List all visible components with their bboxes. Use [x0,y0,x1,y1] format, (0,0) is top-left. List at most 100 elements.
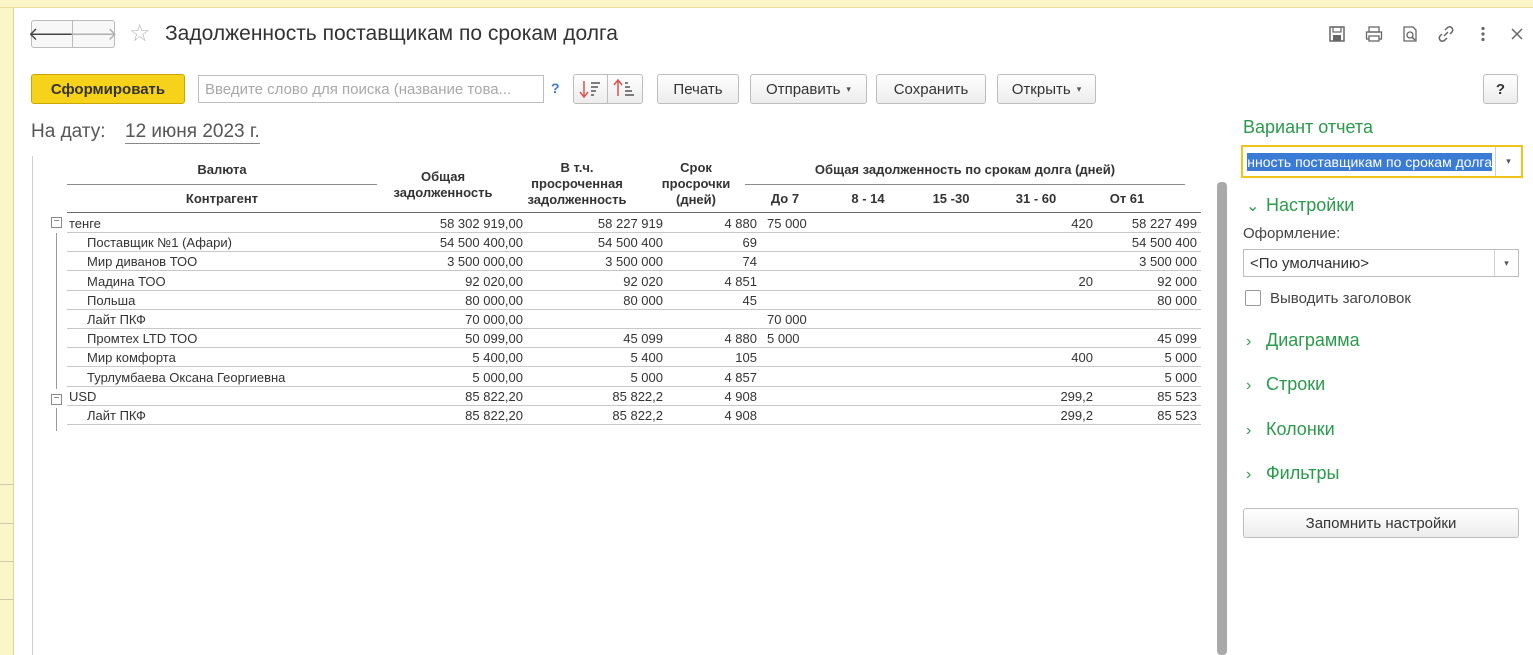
preview-icon[interactable] [1398,22,1422,46]
header-bucket-4: 31 - 60 [1015,191,1057,206]
chevron-right-icon: › [1246,377,1252,394]
cell-overdue: 58 227 919 [597,216,663,231]
sort-descending-icon [579,81,600,99]
section-columns[interactable]: › Колонки [1246,419,1335,440]
remember-settings-button[interactable]: Запомнить настройки [1243,508,1519,538]
section-diagram[interactable]: › Диаграмма [1246,330,1360,351]
table-row[interactable]: Мир комфорта 5 400,00 5 400 105 400 5 000 [67,348,1201,368]
cell-name: Лайт ПКФ [87,408,146,423]
print-button[interactable]: Печать [657,74,739,104]
header-total: Общая задолженность [393,169,493,200]
date-value[interactable]: 12 июня 2023 г. [125,121,260,144]
header-debt-by-period: Общая задолженность по срокам долга (дне… [814,162,1116,177]
chevron-down-icon[interactable]: ▾ [1494,250,1518,276]
table-row[interactable]: Промтех LTD ТОО 50 099,00 45 099 4 880 5 000… [67,329,1201,349]
cell-b5: 45 099 [1157,331,1197,347]
show-header-label[interactable]: Выводить заголовок [1270,290,1411,307]
send-button[interactable]: Отправить ▾ [750,74,867,104]
send-button-label: Отправить [766,80,841,98]
cell-days: 4 851 [724,273,757,289]
section-settings[interactable]: ⌄ Настройки [1246,195,1354,216]
format-select[interactable]: <По умолчанию> ▾ [1243,249,1519,277]
collapse-group-icon[interactable]: − [51,394,62,405]
header-currency: Валюта [197,162,247,177]
save-icon[interactable] [1325,22,1349,46]
link-icon[interactable] [1434,22,1458,46]
search-input[interactable] [198,75,544,103]
table-row[interactable]: Лайт ПКФ 70 000,00 70 000 [67,310,1201,329]
show-header-checkbox[interactable] [1245,290,1261,306]
cell-b1: 75 000 [767,216,807,231]
table-row[interactable]: Мир диванов ТОО 3 500 000,00 3 500 000 74 3 … [67,252,1201,272]
close-icon[interactable] [1505,22,1529,46]
cell-days: 74 [742,254,757,270]
cell-days: 4 908 [724,388,757,404]
back-button[interactable]: 🡐 [28,20,76,48]
table-row[interactable]: Мадина ТОО 92 020,00 92 020 4 851 20 92 000 [67,272,1201,291]
left-strip [0,8,14,655]
open-button[interactable]: Открыть ▾ [997,74,1096,104]
header-bottom-line [67,212,1201,213]
header-bucket-2: 8 - 14 [851,191,885,206]
print-icon[interactable] [1362,22,1386,46]
collapse-group-icon[interactable]: − [51,217,62,228]
group-row[interactable]: тенге 58 302 919,00 58 227 919 4 880 75 000 4… [67,214,1201,233]
cell-overdue: 54 500 400 [597,235,663,251]
favorite-star-icon[interactable]: ☆ [129,20,151,48]
section-rows-label: Строки [1266,374,1326,394]
cell-overdue: 92 020 [623,273,663,289]
cell-overdue: 80 000 [623,292,663,308]
cell-days: 4 880 [724,216,757,231]
chevron-right-icon: › [1246,466,1252,483]
section-rows[interactable]: › Строки [1246,374,1325,395]
forward-button[interactable]: 🡒 [69,20,118,48]
arrow-right-icon: 🡒 [69,23,118,44]
more-icon[interactable] [1471,22,1495,46]
cell-b5: 85 523 [1157,408,1197,423]
chevron-down-icon[interactable]: ▾ [1495,147,1521,176]
generate-button[interactable]: Сформировать [31,74,185,104]
cell-b4: 400 [1071,350,1093,366]
cell-total: 54 500 400,00 [439,235,523,251]
help-button[interactable]: ? [1483,74,1518,104]
cell-total: 85 822,20 [465,388,523,404]
group-row[interactable]: USD 85 822,20 85 822,2 4 908 299,2 85 523 [67,387,1201,406]
header-bucket-5: От 61 [1109,191,1145,206]
open-button-label: Открыть [1011,80,1071,98]
report-window: 🡐 🡒 ☆ Задолженность поставщикам по срока… [15,8,1533,655]
save-button[interactable]: Сохранить [876,74,986,104]
vertical-scrollbar[interactable] [1217,182,1227,655]
tree-line [56,408,57,431]
search-help-icon[interactable]: ? [551,80,560,96]
cell-total: 58 302 919,00 [439,216,523,231]
report-table: Валюта Контрагент Общая задолженность В … [32,156,1216,655]
table-row[interactable]: Турлумбаева Оксана Георгиевна 5 000,00 5 0… [67,368,1201,387]
cell-name: Мадина ТОО [87,273,166,289]
header-bucket-1: До 7 [770,191,800,206]
cell-name: Поставщик №1 (Афари) [87,235,232,251]
report-variant-value[interactable]: Задолженность поставщикам по срокам долг… [1247,153,1492,171]
table-row[interactable]: Поставщик №1 (Афари) 54 500 400,00 54 500 … [67,233,1201,253]
cell-b5: 5 000 [1164,350,1197,366]
cell-name: Мир комфорта [87,350,176,366]
cell-overdue: 45 099 [623,331,663,347]
cell-total: 5 000,00 [472,369,523,385]
report-variant-select[interactable]: Задолженность поставщикам по срокам долг… [1241,145,1523,178]
table-row[interactable]: Польша 80 000,00 80 000 45 80 000 [67,291,1201,310]
cell-total: 3 500 000,00 [447,254,523,270]
cell-days: 69 [742,235,757,251]
section-filters[interactable]: › Фильтры [1246,463,1339,484]
chevron-down-icon: ⌄ [1246,198,1260,215]
chevron-down-icon: ▾ [1076,83,1082,94]
cell-name: тенге [69,216,101,231]
cell-total: 85 822,20 [465,408,523,423]
section-columns-label: Колонки [1266,419,1335,439]
sort-descending-button[interactable] [573,74,608,104]
cell-b4: 299,2 [1060,408,1093,423]
cell-overdue: 5 000 [630,369,663,385]
chevron-right-icon: › [1246,422,1252,439]
table-row[interactable]: Лайт ПКФ 85 822,20 85 822,2 4 908 299,2 85 52… [67,406,1201,425]
header-counterparty: Контрагент [185,191,259,206]
sort-ascending-button[interactable] [608,74,643,104]
cell-overdue: 5 400 [630,350,663,366]
